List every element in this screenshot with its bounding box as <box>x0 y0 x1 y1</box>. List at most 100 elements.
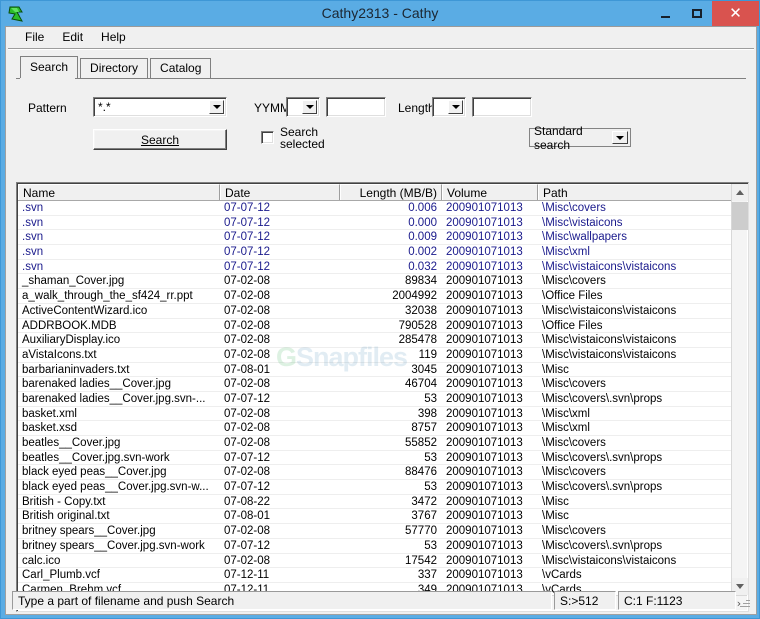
yymmdd-dropdown-button[interactable] <box>302 100 317 114</box>
cell-path: \Misc\xml <box>538 245 734 259</box>
table-row[interactable]: a_walk_through_the_sf424_rr.ppt07-02-082… <box>18 289 734 304</box>
table-row[interactable]: aVistaIcons.txt07-02-08119200901071013\M… <box>18 348 734 363</box>
table-row[interactable]: .svn07-07-120.006200901071013\Misc\cover… <box>18 201 734 216</box>
cell-volume: 200901071013 <box>442 509 538 523</box>
table-row[interactable]: black eyed peas__Cover.jpg.svn-w...07-07… <box>18 480 734 495</box>
table-row[interactable]: beatles__Cover.jpg.svn-work07-07-1253200… <box>18 451 734 466</box>
cell-volume: 200901071013 <box>442 524 538 538</box>
table-row[interactable]: _shaman_Cover.jpg07-02-08898342009010710… <box>18 274 734 289</box>
table-row[interactable]: .svn07-07-120.009200901071013\Misc\wallp… <box>18 230 734 245</box>
cell-length: 285478 <box>340 333 442 347</box>
tab-search[interactable]: Search <box>20 56 78 78</box>
tab-catalog[interactable]: Catalog <box>150 58 211 78</box>
table-row[interactable]: .svn07-07-120.032200901071013\Misc\vista… <box>18 260 734 275</box>
cell-path: \Misc\covers <box>538 436 734 450</box>
menu-item-help[interactable]: Help <box>92 28 135 46</box>
cell-name: Carl_Plumb.vcf <box>18 568 220 582</box>
cell-path: \Misc\covers <box>538 465 734 479</box>
cell-path: \Misc\vistaicons\vistaicons <box>538 304 734 318</box>
length-label: Length <box>398 101 435 115</box>
column-header-name[interactable]: Name <box>18 184 220 200</box>
cell-volume: 200901071013 <box>442 274 538 288</box>
table-row[interactable]: beatles__Cover.jpg07-02-0855852200901071… <box>18 436 734 451</box>
vertical-scrollbar[interactable] <box>731 184 747 595</box>
table-row[interactable]: basket.xsd07-02-088757200901071013\Misc\… <box>18 421 734 436</box>
table-row[interactable]: britney spears__Cover.jpg07-02-085777020… <box>18 524 734 539</box>
length-dropdown-button[interactable] <box>448 100 463 114</box>
maximize-button[interactable] <box>681 1 712 26</box>
menu-bar: File Edit Help <box>6 27 756 48</box>
cell-name: barenaked ladies__Cover.jpg.svn-... <box>18 392 220 406</box>
table-row[interactable]: ActiveContentWizard.ico07-02-08320382009… <box>18 304 734 319</box>
vertical-scrollbar-thumb[interactable] <box>732 202 748 230</box>
cell-path: \Misc\covers\.svn\props <box>538 392 734 406</box>
cell-date: 07-02-08 <box>220 333 340 347</box>
pattern-combo[interactable]: *.* <box>93 97 227 117</box>
chevron-up-icon <box>736 190 744 195</box>
cell-volume: 200901071013 <box>442 363 538 377</box>
cell-path: \Office Files <box>538 319 734 333</box>
cell-name: _shaman_Cover.jpg <box>18 274 220 288</box>
table-row[interactable]: ADDRBOOK.MDB07-02-08790528200901071013\O… <box>18 319 734 334</box>
results-list-view[interactable]: Name Date Length (MB/B) Volume Path .svn… <box>16 182 749 612</box>
pattern-label: Pattern <box>28 101 67 115</box>
status-message: Type a part of filename and push Search <box>12 591 552 610</box>
table-row[interactable]: Carl_Plumb.vcf07-12-11337200901071013\vC… <box>18 568 734 583</box>
cell-date: 07-07-12 <box>220 245 340 259</box>
cell-length: 790528 <box>340 319 442 333</box>
resize-grip-icon[interactable] <box>736 591 752 610</box>
tab-directory[interactable]: Directory <box>80 58 148 78</box>
table-row[interactable]: basket.xml07-02-08398200901071013\Misc\x… <box>18 407 734 422</box>
yymmdd-operator-combo[interactable] <box>286 97 320 117</box>
column-header-path[interactable]: Path <box>538 184 734 200</box>
table-row[interactable]: barenaked ladies__Cover.jpg.svn-...07-07… <box>18 392 734 407</box>
table-row[interactable]: .svn07-07-120.000200901071013\Misc\vista… <box>18 216 734 231</box>
yymmdd-value-input[interactable] <box>326 97 386 117</box>
cell-length: 53 <box>340 392 442 406</box>
table-row[interactable]: black eyed peas__Cover.jpg07-02-08884762… <box>18 465 734 480</box>
search-button-label: Search <box>141 133 179 147</box>
cell-length: 2004992 <box>340 289 442 303</box>
close-button[interactable]: ✕ <box>712 1 759 26</box>
column-header-length[interactable]: Length (MB/B) <box>340 184 442 200</box>
search-button[interactable]: Search <box>93 129 227 150</box>
table-row[interactable]: barenaked ladies__Cover.jpg07-02-0846704… <box>18 377 734 392</box>
table-row[interactable]: calc.ico07-02-0817542200901071013\Misc\v… <box>18 554 734 569</box>
menu-item-file[interactable]: File <box>16 28 53 46</box>
table-row[interactable]: British - Copy.txt07-08-2234722009010710… <box>18 495 734 510</box>
menu-item-edit[interactable]: Edit <box>53 28 92 46</box>
length-value-input[interactable] <box>472 97 532 117</box>
table-row[interactable]: AuxiliaryDisplay.ico07-02-08285478200901… <box>18 333 734 348</box>
cell-length: 53 <box>340 480 442 494</box>
cell-date: 07-12-11 <box>220 568 340 582</box>
cell-name: black eyed peas__Cover.jpg <box>18 465 220 479</box>
chevron-down-icon <box>736 584 744 589</box>
search-mode-combo[interactable]: Standard search <box>529 128 631 147</box>
minimize-button[interactable] <box>650 1 681 26</box>
application-window: Cathy2313 - Cathy ✕ File Edit Help Searc… <box>0 0 760 619</box>
cell-path: \Misc\covers <box>538 274 734 288</box>
table-row[interactable]: barbarianinvaders.txt07-08-0130452009010… <box>18 363 734 378</box>
cell-volume: 200901071013 <box>442 230 538 244</box>
scroll-up-button[interactable] <box>732 184 748 201</box>
maximize-icon <box>692 9 702 18</box>
pattern-dropdown-button[interactable] <box>209 100 224 114</box>
chevron-down-icon <box>616 136 624 140</box>
cell-name: britney spears__Cover.jpg.svn-work <box>18 539 220 553</box>
cell-length: 89834 <box>340 274 442 288</box>
cell-name: British - Copy.txt <box>18 495 220 509</box>
cell-length: 8757 <box>340 421 442 435</box>
column-header-date[interactable]: Date <box>220 184 340 200</box>
cell-length: 57770 <box>340 524 442 538</box>
search-mode-dropdown-button[interactable] <box>612 131 628 144</box>
table-row[interactable]: British original.txt07-08-01376720090107… <box>18 509 734 524</box>
cell-volume: 200901071013 <box>442 216 538 230</box>
column-header-volume[interactable]: Volume <box>442 184 538 200</box>
length-operator-combo[interactable] <box>432 97 466 117</box>
table-row[interactable]: .svn07-07-120.002200901071013\Misc\xml <box>18 245 734 260</box>
cell-volume: 200901071013 <box>442 333 538 347</box>
table-row[interactable]: britney spears__Cover.jpg.svn-work07-07-… <box>18 539 734 554</box>
pattern-input[interactable]: *.* <box>98 100 111 114</box>
search-selected-checkbox[interactable] <box>261 131 274 144</box>
cell-name: .svn <box>18 230 220 244</box>
